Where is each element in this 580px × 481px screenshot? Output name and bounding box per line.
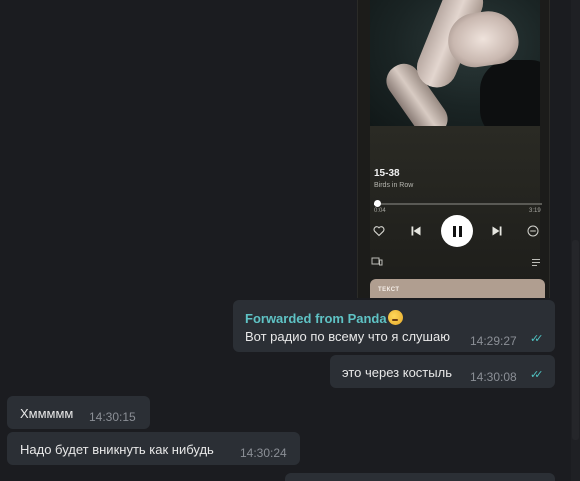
message-text: Хммммм bbox=[20, 406, 74, 421]
forwarded-screenshot[interactable]: 15-38 Birds in Row 0:04 3:19 ТЕКСТ bbox=[357, 0, 550, 298]
double-check-icon: ✓✓ bbox=[530, 333, 544, 345]
time-elapsed: 0:04 bbox=[374, 208, 386, 214]
devices-icon bbox=[371, 257, 383, 269]
player-panel bbox=[370, 126, 540, 298]
heart-icon bbox=[373, 225, 385, 239]
time-total: 3:19 bbox=[529, 208, 541, 214]
progress-bar bbox=[374, 203, 542, 205]
queue-icon bbox=[531, 257, 541, 269]
minus-circle-icon bbox=[527, 225, 539, 239]
message-time: 14:30:24 bbox=[240, 446, 287, 460]
message-text: Надо будет вникнуть как нибудь bbox=[20, 442, 214, 457]
thinking-emoji bbox=[387, 310, 403, 325]
message-text: это через костыль bbox=[342, 365, 452, 380]
message-incoming[interactable]: Надо будет вникнуть как нибудь 14:30:24 bbox=[7, 432, 300, 465]
double-check-icon: ✓✓ bbox=[530, 369, 544, 381]
scrollbar-thumb[interactable] bbox=[572, 240, 579, 440]
message-time: 14:30:08 bbox=[470, 370, 517, 384]
track-artist: Birds in Row bbox=[374, 182, 414, 189]
previous-icon bbox=[410, 225, 422, 239]
next-icon bbox=[491, 225, 503, 239]
forwarded-from-label[interactable]: Forwarded from Panda bbox=[245, 311, 387, 326]
message-incoming[interactable]: Хммммм 14:30:15 bbox=[7, 396, 150, 429]
message-time: 14:30:15 bbox=[89, 410, 136, 424]
lyrics-label: ТЕКСТ bbox=[378, 287, 400, 293]
progress-knob bbox=[373, 200, 381, 207]
message-time: 14:29:27 bbox=[470, 334, 517, 348]
message-outgoing-partial[interactable] bbox=[285, 473, 555, 481]
chat-area: 15-38 Birds in Row 0:04 3:19 ТЕКСТ Forwa… bbox=[0, 0, 580, 481]
message-outgoing[interactable]: это через костыль 14:30:08 ✓✓ bbox=[330, 355, 555, 388]
message-text: Вот радио по всему что я слушаю bbox=[245, 329, 450, 344]
pause-icon bbox=[441, 215, 473, 247]
lyrics-card: ТЕКСТ bbox=[370, 279, 545, 298]
track-title: 15-38 bbox=[374, 168, 400, 179]
message-forwarded[interactable]: Forwarded from Panda Вот радио по всему … bbox=[233, 300, 555, 352]
album-photo bbox=[370, 0, 540, 126]
